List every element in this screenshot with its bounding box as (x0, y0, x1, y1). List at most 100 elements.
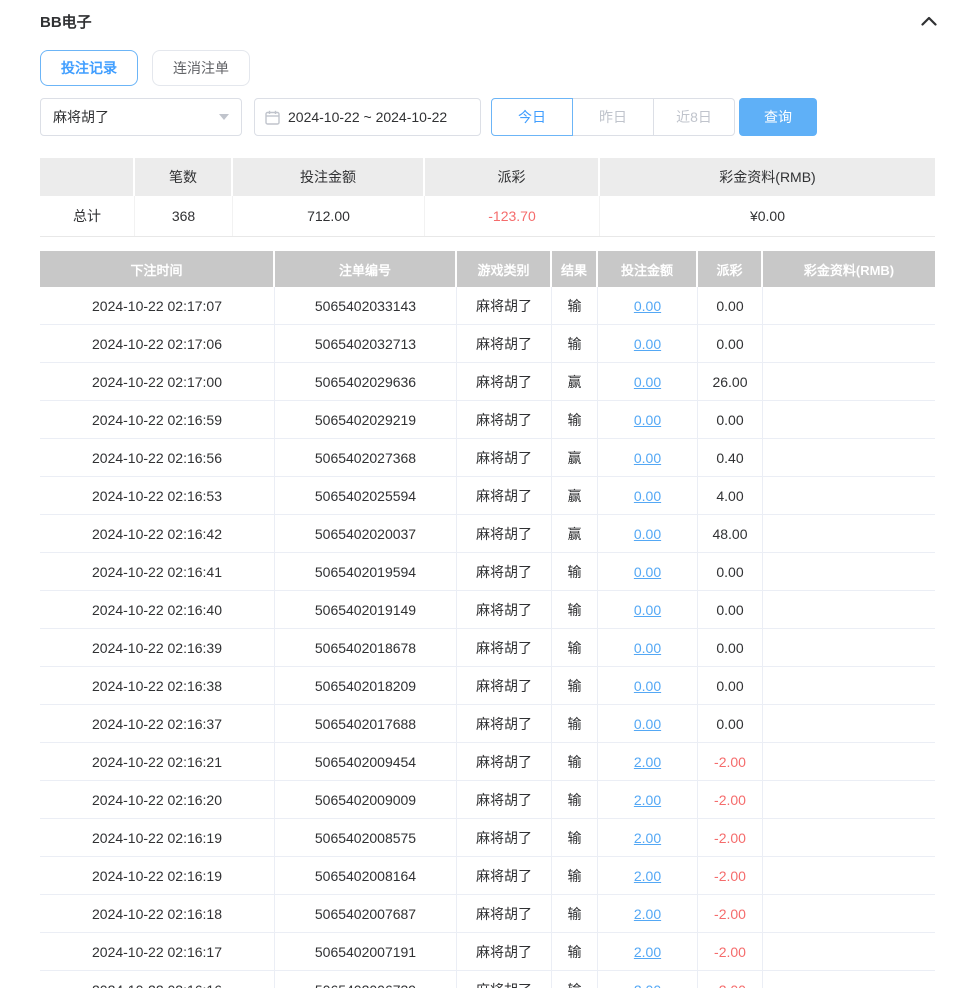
records-header-bonus: 彩金资料(RMB) (763, 251, 935, 287)
cell-result: 输 (552, 325, 598, 362)
cell-bet-amount: 0.00 (598, 515, 698, 552)
table-row: 2024-10-22 02:16:595065402029219麻将胡了输0.0… (40, 401, 935, 439)
table-row: 2024-10-22 02:16:565065402027368麻将胡了赢0.0… (40, 439, 935, 477)
records-header-row: 下注时间注单编号游戏类别结果投注金额派彩彩金资料(RMB) (40, 251, 935, 287)
bet-amount-link[interactable]: 0.00 (634, 298, 661, 314)
cell-bonus (763, 895, 935, 932)
table-row: 2024-10-22 02:16:405065402019149麻将胡了输0.0… (40, 591, 935, 629)
cell-payout: -2.00 (698, 895, 763, 932)
bet-amount-link[interactable]: 0.00 (634, 450, 661, 466)
cell-order-no: 5065402025594 (275, 477, 457, 514)
records-header-game: 游戏类别 (457, 251, 552, 287)
cell-game: 麻将胡了 (457, 591, 552, 628)
cell-order-no: 5065402019149 (275, 591, 457, 628)
bet-amount-link[interactable]: 2.00 (634, 754, 661, 770)
table-row: 2024-10-22 02:16:205065402009009麻将胡了输 2.0… (40, 781, 935, 819)
cell-bet-amount: 2.00 (598, 819, 698, 856)
cell-bonus (763, 439, 935, 476)
game-select-value: 麻将胡了 (53, 107, 109, 127)
cell-result: 输 (552, 401, 598, 438)
bet-amount-link[interactable]: 2.00 (634, 830, 661, 846)
bet-amount-link[interactable]: 0.00 (634, 678, 661, 694)
quick-range-yesterday[interactable]: 昨日 (572, 98, 654, 136)
summary-total-row: 总计 368 712.00 -123.70 ¥0.00 (40, 196, 935, 237)
cell-result: 输 (552, 591, 598, 628)
cell-payout: 4.00 (698, 477, 763, 514)
cell-payout: 0.00 (698, 325, 763, 362)
cell-game: 麻将胡了 (457, 325, 552, 362)
cell-game: 麻将胡了 (457, 439, 552, 476)
cell-bet-amount: 2.00 (598, 933, 698, 970)
bet-amount-link[interactable]: 2.00 (634, 906, 661, 922)
cell-game: 麻将胡了 (457, 363, 552, 400)
cell-time: 2024-10-22 02:16:41 (40, 553, 275, 590)
bet-amount-link[interactable]: 2.00 (634, 982, 661, 988)
bet-amount-link[interactable]: 2.00 (634, 944, 661, 960)
bet-amount-link[interactable]: 2.00 (634, 792, 661, 808)
cell-game: 麻将胡了 (457, 971, 552, 988)
quick-range-today[interactable]: 今日 (491, 98, 573, 136)
table-row: 2024-10-22 02:16:375065402017688麻将胡了输0.0… (40, 705, 935, 743)
cell-bet-amount: 0.00 (598, 401, 698, 438)
cell-order-no: 5065402018678 (275, 629, 457, 666)
cell-bonus (763, 933, 935, 970)
bet-amount-link[interactable]: 2.00 (634, 868, 661, 884)
cell-result: 输 (552, 933, 598, 970)
cell-game: 麻将胡了 (457, 629, 552, 666)
cell-payout: 0.00 (698, 401, 763, 438)
cell-payout: 0.00 (698, 667, 763, 704)
cell-bonus (763, 743, 935, 780)
cell-order-no: 5065402033143 (275, 287, 457, 324)
bet-amount-link[interactable]: 0.00 (634, 716, 661, 732)
cell-game: 麻将胡了 (457, 705, 552, 742)
bet-amount-link[interactable]: 0.00 (634, 488, 661, 504)
cell-order-no: 5065402027368 (275, 439, 457, 476)
tab-bet-records[interactable]: 投注记录 (40, 50, 138, 86)
summary-header-bet-amount: 投注金额 (233, 158, 425, 196)
cell-game: 麻将胡了 (457, 895, 552, 932)
cell-order-no: 5065402020037 (275, 515, 457, 552)
bet-amount-link[interactable]: 0.00 (634, 374, 661, 390)
cell-result: 赢 (552, 515, 598, 552)
tab-cancelled-orders[interactable]: 连消注单 (152, 50, 250, 86)
bet-amount-link[interactable]: 0.00 (634, 526, 661, 542)
cell-bonus (763, 401, 935, 438)
cell-game: 麻将胡了 (457, 515, 552, 552)
bet-amount-link[interactable]: 0.00 (634, 336, 661, 352)
cell-result: 输 (552, 857, 598, 894)
cell-result: 输 (552, 781, 598, 818)
filter-bar: 麻将胡了 2024-10-22 ~ 2024-10-22 今日 昨日 近8日 查… (40, 98, 940, 136)
bet-amount-link[interactable]: 0.00 (634, 602, 661, 618)
cell-order-no: 5065402006739 (275, 971, 457, 988)
summary-header-bonus: 彩金资料(RMB) (600, 158, 935, 196)
cell-payout: 26.00 (698, 363, 763, 400)
cell-time: 2024-10-22 02:16:20 (40, 781, 275, 818)
cell-order-no: 5065402017688 (275, 705, 457, 742)
cell-order-no: 5065402009454 (275, 743, 457, 780)
bet-amount-link[interactable]: 0.00 (634, 564, 661, 580)
cell-game: 麻将胡了 (457, 781, 552, 818)
table-row: 2024-10-22 02:16:415065402019594麻将胡了输0.0… (40, 553, 935, 591)
cell-payout: -2.00 (698, 857, 763, 894)
table-row: 2024-10-22 02:17:005065402029636麻将胡了赢0.0… (40, 363, 935, 401)
query-button[interactable]: 查询 (739, 98, 817, 136)
bet-amount-link[interactable]: 0.00 (634, 640, 661, 656)
quick-range-8days[interactable]: 近8日 (653, 98, 735, 136)
summary-total-bet-amount: 712.00 (233, 196, 425, 236)
cell-payout: 0.00 (698, 591, 763, 628)
cell-result: 输 (552, 971, 598, 988)
game-select[interactable]: 麻将胡了 (40, 98, 242, 136)
cell-bet-amount: 0.00 (598, 439, 698, 476)
panel-header: BB电子 (40, 8, 940, 34)
collapse-panel-button[interactable] (918, 10, 940, 32)
cell-game: 麻将胡了 (457, 553, 552, 590)
bet-amount-link[interactable]: 0.00 (634, 412, 661, 428)
date-range-picker[interactable]: 2024-10-22 ~ 2024-10-22 (254, 98, 481, 136)
cell-payout: -2.00 (698, 819, 763, 856)
table-row: 2024-10-22 02:16:425065402020037麻将胡了赢0.0… (40, 515, 935, 553)
date-range-value: 2024-10-22 ~ 2024-10-22 (288, 109, 447, 125)
cell-order-no: 5065402009009 (275, 781, 457, 818)
cell-result: 输 (552, 895, 598, 932)
cell-time: 2024-10-22 02:17:06 (40, 325, 275, 362)
cell-order-no: 5065402007687 (275, 895, 457, 932)
